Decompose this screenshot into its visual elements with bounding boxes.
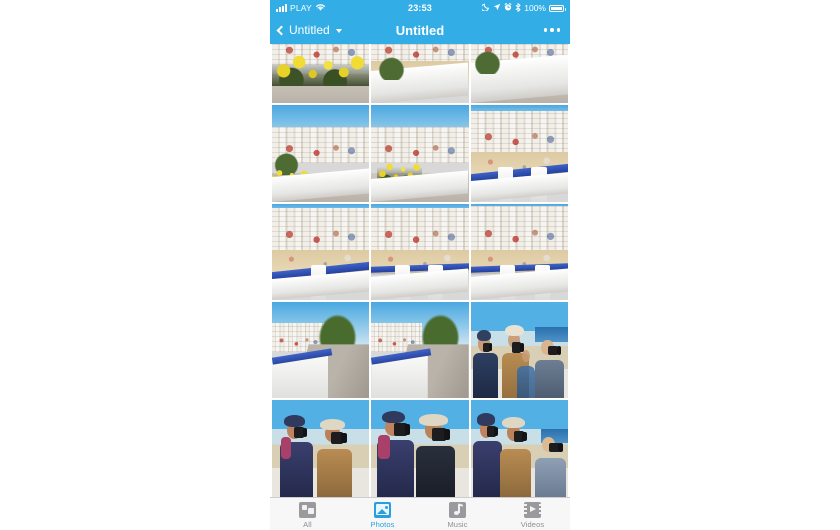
photo-artwork: [470, 44, 568, 104]
alarm-clock-icon: [504, 2, 512, 13]
photos-icon: [374, 501, 391, 518]
photo-artwork: [272, 302, 370, 399]
navigation-bar: Untitled Untitled: [270, 16, 570, 44]
photo-artwork: [371, 105, 469, 202]
photo-artwork: [272, 203, 370, 301]
photo-thumbnail[interactable]: [470, 105, 568, 202]
back-button-label: Untitled: [289, 23, 330, 37]
tab-all[interactable]: All: [270, 498, 345, 530]
photo-grid-scroll-area[interactable]: [270, 44, 570, 497]
tab-photos-label: Photos: [370, 519, 395, 529]
carrier-label: PLAY: [290, 3, 312, 13]
photo-thumbnail[interactable]: [371, 302, 469, 399]
photo-thumbnail[interactable]: [371, 400, 469, 497]
tab-photos[interactable]: Photos: [345, 498, 420, 530]
videos-icon: [524, 501, 541, 518]
chevron-down-icon[interactable]: [335, 29, 342, 33]
all-icon: [299, 501, 316, 518]
photo-artwork: [272, 400, 370, 497]
tab-videos[interactable]: Videos: [495, 498, 570, 530]
status-bar-right: 100%: [481, 2, 566, 14]
photo-grid: [270, 44, 570, 497]
photo-thumbnail[interactable]: [470, 44, 568, 104]
photo-artwork: [371, 302, 469, 399]
moon-icon: [481, 3, 490, 13]
more-options-button[interactable]: [542, 24, 563, 36]
photo-artwork: [371, 203, 469, 301]
battery-percent-label: 100%: [524, 3, 546, 13]
photo-thumbnail[interactable]: [272, 44, 370, 104]
tab-bar: All Photos Music Videos: [270, 497, 570, 530]
photo-thumbnail[interactable]: [371, 105, 469, 202]
photo-artwork: [371, 44, 469, 104]
photo-thumbnail[interactable]: [470, 400, 568, 497]
photo-artwork: [272, 44, 370, 104]
photo-thumbnail[interactable]: [272, 105, 370, 202]
tab-music[interactable]: Music: [420, 498, 495, 530]
tab-all-label: All: [303, 519, 312, 529]
back-button[interactable]: Untitled: [276, 23, 342, 37]
battery-icon: [549, 4, 566, 12]
location-arrow-icon: [493, 3, 501, 13]
bluetooth-icon: [515, 2, 521, 14]
photo-artwork: [470, 105, 568, 202]
signal-bars-icon: [276, 4, 287, 12]
photo-thumbnail[interactable]: [470, 302, 568, 399]
status-bar-left: PLAY: [276, 3, 326, 14]
tab-videos-label: Videos: [520, 519, 545, 529]
wifi-icon: [315, 3, 326, 14]
status-bar: PLAY 23:53 100%: [270, 0, 570, 16]
photo-thumbnail[interactable]: [272, 400, 370, 497]
photo-thumbnail[interactable]: [371, 44, 469, 104]
photo-artwork: [272, 105, 370, 202]
photo-artwork: [470, 203, 568, 301]
music-icon: [449, 501, 466, 518]
screenshot-canvas: PLAY 23:53 100% Untitled Untitled All Ph…: [0, 0, 840, 530]
photo-thumbnail[interactable]: [371, 203, 469, 301]
photo-artwork: [371, 400, 469, 497]
chevron-left-icon: [276, 25, 287, 35]
photo-thumbnail[interactable]: [272, 203, 370, 301]
photo-thumbnail[interactable]: [272, 302, 370, 399]
photo-artwork: [470, 400, 568, 497]
phone-screen: PLAY 23:53 100% Untitled Untitled All Ph…: [270, 0, 570, 530]
photo-artwork: [470, 302, 568, 399]
tab-music-label: Music: [447, 519, 468, 529]
photo-thumbnail[interactable]: [470, 203, 568, 301]
